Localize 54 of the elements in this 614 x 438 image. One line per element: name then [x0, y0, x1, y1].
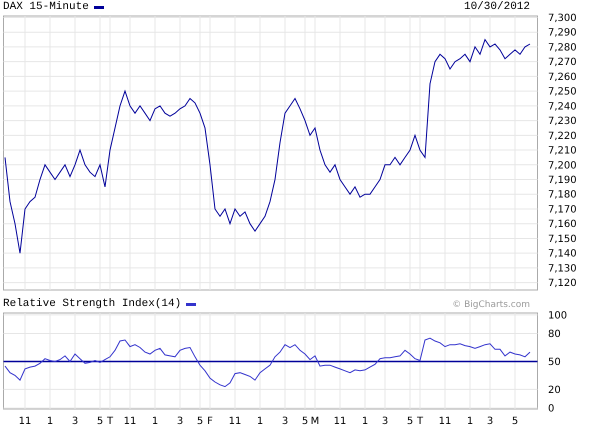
legend-swatch-icon — [94, 6, 104, 9]
axis-tick-label: 1 — [46, 416, 54, 427]
date-label: 10/30/2012 — [464, 2, 530, 13]
axis-tick-label: 7,170 — [548, 204, 577, 216]
axis-tick-label: 1 — [466, 416, 474, 427]
axis-tick-label: 20 — [548, 384, 561, 396]
axis-tick-label: 7,300 — [548, 12, 577, 24]
axis-tick-label: 80 — [548, 329, 561, 340]
axis-tick-label: 7,220 — [548, 130, 577, 142]
axis-tick-label: 3 — [382, 416, 388, 427]
axis-tick-label: 1 — [256, 416, 264, 427]
axis-tick-label: 7,150 — [548, 234, 577, 245]
axis-tick-label: 7,160 — [548, 219, 577, 230]
axis-tick-label: 7,140 — [548, 248, 577, 260]
axis-tick-label: 7,120 — [548, 278, 577, 290]
axis-tick-label: 5 — [406, 416, 414, 427]
axis-tick-label: 1 — [152, 416, 158, 427]
axis-tick-label: T — [416, 416, 424, 427]
axis-tick-label: 7,210 — [548, 146, 577, 157]
axis-tick-label: 1 — [362, 416, 368, 427]
axis-tick-label: 7,230 — [548, 116, 577, 128]
axis-tick-label: 7,130 — [548, 263, 577, 274]
axis-tick-label: 3 — [282, 416, 288, 427]
axis-tick-label: 5 — [512, 416, 518, 427]
axis-tick-label: 7,290 — [548, 28, 577, 39]
axis-tick-label: 3 — [176, 416, 184, 427]
axis-tick-label: 11 — [18, 416, 32, 427]
axis-tick-label: F — [207, 416, 213, 427]
axis-tick-label: 11 — [438, 416, 452, 427]
axis-tick-label: 7,280 — [548, 42, 577, 54]
axis-tick-label: 0 — [548, 404, 554, 415]
axis-tick-label: 3 — [486, 416, 494, 427]
axis-tick-label: M — [310, 416, 320, 427]
copyright-text: © BigCharts.com — [452, 301, 530, 310]
chart-title: DAX 15-Minute — [3, 2, 89, 13]
axis-tick-label: 11 — [228, 416, 242, 427]
axis-tick-label: 50 — [548, 356, 561, 368]
chart-title: Relative Strength Index(14) — [3, 299, 182, 310]
axis-tick-label: 7,190 — [548, 175, 577, 186]
axis-tick-label: 5 — [96, 416, 104, 427]
axis-tick-label: 7,260 — [548, 72, 577, 83]
axis-tick-label: T — [106, 416, 114, 427]
axis-tick-label: 7,240 — [548, 101, 577, 112]
axis-tick-label: 7,180 — [548, 190, 577, 201]
axis-tick-label: 11 — [124, 416, 136, 427]
axis-tick-label: 100 — [548, 310, 568, 322]
legend-swatch-icon — [186, 303, 196, 306]
axis-tick-label: 5 — [196, 416, 204, 427]
axis-tick-label: 7,200 — [548, 160, 577, 172]
axis-tick-label: 3 — [72, 416, 78, 427]
axis-tick-label: 7,250 — [548, 86, 577, 98]
axis-tick-label: 5 — [302, 416, 308, 427]
axis-tick-label: 11 — [334, 416, 346, 427]
axis-tick-label: 7,270 — [548, 57, 577, 68]
